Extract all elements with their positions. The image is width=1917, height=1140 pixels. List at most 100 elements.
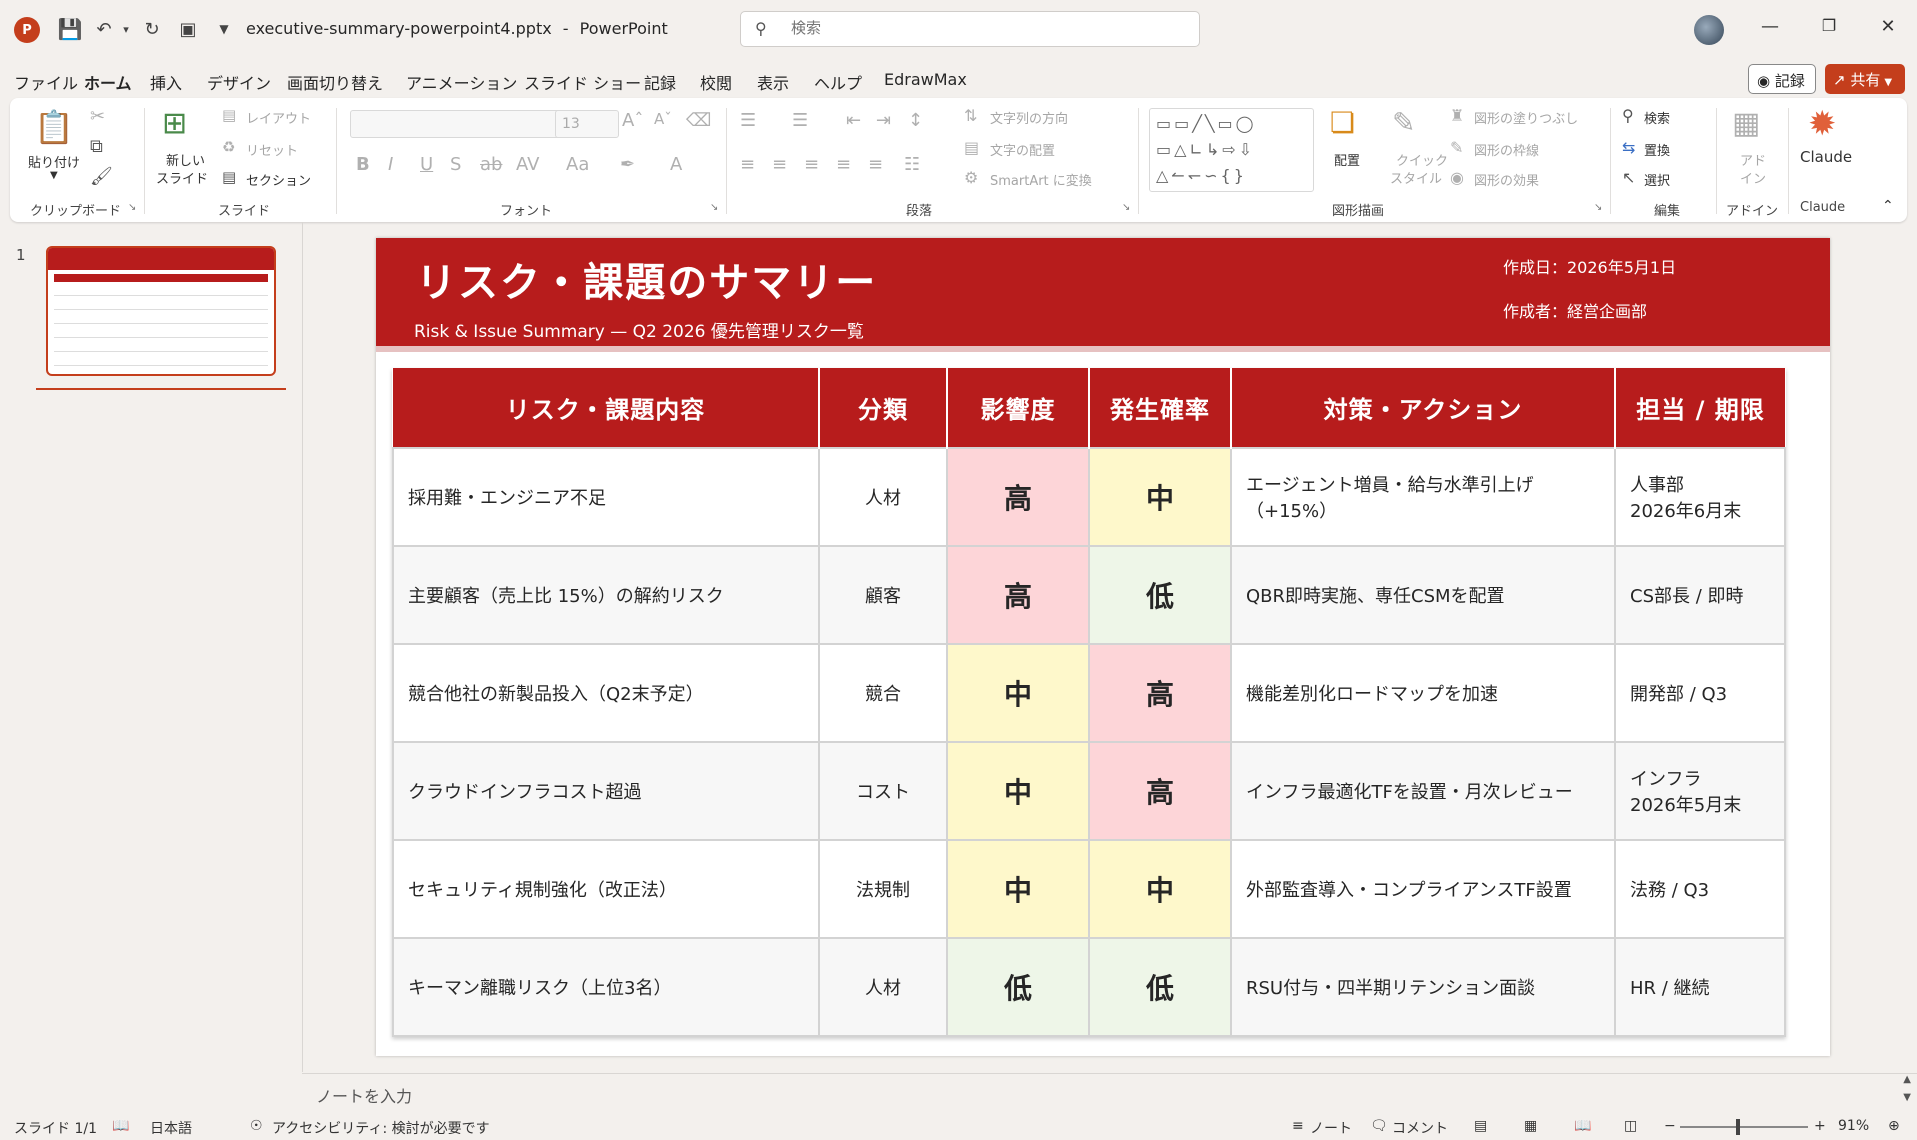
present-icon[interactable]: ▣ [176, 17, 200, 41]
probability-cell[interactable]: 低 [1088, 545, 1232, 645]
select-icon[interactable]: ↖ [1622, 168, 1635, 187]
probability-cell[interactable]: 低 [1088, 937, 1232, 1037]
find-icon[interactable]: ⚲ [1622, 106, 1634, 125]
font-size-input[interactable]: 13 [555, 110, 619, 138]
risk-table[interactable]: リスク・課題内容 分類 影響度 発生確率 対策・アクション 担当 / 期限 採用… [392, 368, 1786, 1037]
action-cell[interactable]: 機能差別化ロードマップを加速 [1230, 643, 1616, 743]
redo-icon[interactable]: ↻ [140, 17, 164, 41]
avatar[interactable] [1694, 15, 1724, 45]
collapse-ribbon-icon[interactable]: ⌃ [1882, 198, 1894, 214]
owner-cell[interactable]: 法務 / Q3 [1614, 839, 1786, 939]
risk-item-cell[interactable]: クラウドインフラコスト超過 [392, 741, 820, 841]
italic-icon[interactable]: I [388, 154, 393, 175]
impact-cell[interactable]: 高 [946, 545, 1090, 645]
claude-button[interactable]: Claude [1800, 148, 1852, 166]
char-spacing-icon[interactable]: AV [516, 154, 539, 175]
replace-icon[interactable]: ⇆ [1622, 138, 1635, 157]
shapes-icon[interactable]: ▭▭╱╲▭◯ ▭△∟↳⇨⇩ △↼↽∽{} [1156, 111, 1306, 189]
quick-style-icon[interactable]: ✎ [1392, 106, 1415, 139]
shape-fill-icon[interactable]: ♜ [1450, 106, 1464, 125]
language-indicator[interactable]: 日本語 [150, 1118, 192, 1138]
risk-item-cell[interactable]: 主要顧客（売上比 15%）の解約リスク [392, 545, 820, 645]
slide-sorter-icon[interactable]: ▦ [1524, 1118, 1537, 1134]
close-icon[interactable]: ✕ [1876, 16, 1900, 40]
shapes-gallery[interactable]: ▭▭╱╲▭◯ ▭△∟↳⇨⇩ △↼↽∽{} [1149, 108, 1314, 192]
zoom-in-icon[interactable]: + [1814, 1118, 1826, 1134]
spellcheck-icon[interactable]: 📖 [112, 1118, 129, 1134]
zoom-slider[interactable] [1680, 1126, 1808, 1128]
decrease-indent-icon[interactable]: ⇤ [846, 110, 861, 131]
normal-view-icon[interactable]: ▤ [1474, 1118, 1487, 1134]
chevron-down-icon[interactable]: ▼ [50, 170, 58, 181]
paste-button[interactable]: 貼り付け [28, 152, 80, 171]
risk-item-cell[interactable]: キーマン離職リスク（上位3名） [392, 937, 820, 1037]
search-input[interactable] [791, 19, 1171, 37]
justify-icon[interactable]: ≡ [836, 154, 851, 175]
tab-record[interactable]: 記録 [644, 70, 676, 94]
comments-button[interactable]: コメント [1392, 1118, 1448, 1138]
table-header[interactable]: 分類 [819, 368, 948, 448]
accessibility-status[interactable]: アクセシビリティ: 検討が必要です [272, 1118, 490, 1138]
smartart-icon[interactable]: ⚙ [964, 168, 978, 187]
slide-count[interactable]: スライド 1/1 [14, 1118, 97, 1138]
smartart-button[interactable]: SmartArt に変換 [990, 170, 1092, 189]
line-spacing-icon[interactable]: ↕ [908, 110, 923, 131]
impact-cell[interactable]: 中 [946, 643, 1090, 743]
numbering-icon[interactable]: ☰ [792, 110, 808, 131]
notes-pane[interactable]: ノートを入力 ▲ ▼ [302, 1073, 1917, 1111]
grow-font-icon[interactable]: Aˆ [622, 110, 643, 131]
probability-cell[interactable]: 高 [1088, 643, 1232, 743]
select-button[interactable]: 選択 [1644, 170, 1670, 189]
table-header[interactable]: 対策・アクション [1231, 368, 1616, 448]
find-button[interactable]: 検索 [1644, 108, 1670, 127]
paste-icon[interactable]: 📋 [34, 108, 74, 146]
dialog-launcher-icon[interactable]: ↘ [1122, 202, 1130, 213]
probability-cell[interactable]: 高 [1088, 741, 1232, 841]
owner-cell[interactable]: インフラ 2026年5月末 [1614, 741, 1786, 841]
arrange-icon[interactable]: ❏ [1330, 106, 1355, 139]
action-cell[interactable]: インフラ最適化TFを設置・月次レビュー [1230, 741, 1616, 841]
scroll-up-icon[interactable]: ▲ [1903, 1074, 1911, 1085]
tab-design[interactable]: デザイン [207, 70, 271, 94]
slide-title[interactable]: リスク・課題のサマリー [416, 250, 877, 308]
action-cell[interactable]: エージェント増員・給与水準引上げ （+15%） [1230, 447, 1616, 547]
table-header[interactable]: 担当 / 期限 [1615, 368, 1785, 448]
owner-cell[interactable]: 開発部 / Q3 [1614, 643, 1786, 743]
addins-button-label[interactable]: イン [1740, 168, 1766, 187]
new-slide-button[interactable]: 新しい [166, 150, 205, 169]
risk-item-cell[interactable]: 採用難・エンジニア不足 [392, 447, 820, 547]
impact-cell[interactable]: 高 [946, 447, 1090, 547]
category-cell[interactable]: 顧客 [818, 545, 948, 645]
align-right-icon[interactable]: ≡ [804, 154, 819, 175]
shrink-font-icon[interactable]: Aˇ [654, 110, 672, 128]
slide-thumbnail[interactable] [46, 246, 276, 376]
table-header[interactable]: リスク・課題内容 [393, 368, 820, 448]
scroll-down-icon[interactable]: ▼ [1903, 1092, 1911, 1103]
action-cell[interactable]: QBR即時実施、専任CSMを配置 [1230, 545, 1616, 645]
share-button[interactable]: ↗ 共有 ▼ [1825, 64, 1905, 94]
underline-icon[interactable]: U [420, 154, 433, 175]
align-text-icon[interactable]: ▤ [964, 138, 979, 157]
tab-insert[interactable]: 挿入 [150, 70, 182, 94]
slideshow-icon[interactable]: ◫ [1624, 1118, 1637, 1134]
category-cell[interactable]: 人材 [818, 937, 948, 1037]
addins-icon[interactable]: ▦ [1732, 106, 1760, 141]
section-icon[interactable]: ▤ [222, 168, 236, 186]
undo-icon[interactable]: ↶ [92, 17, 116, 41]
dialog-launcher-icon[interactable]: ↘ [710, 202, 718, 213]
columns-icon[interactable]: ☷ [904, 154, 920, 175]
tab-edrawmax[interactable]: EdrawMax [884, 70, 967, 89]
layout-icon[interactable]: ▤ [222, 106, 236, 124]
tab-animations[interactable]: アニメーション [406, 70, 517, 94]
claude-icon[interactable]: ✹ [1808, 104, 1837, 144]
customize-toolbar-icon[interactable]: ▼ [212, 17, 236, 41]
impact-cell[interactable]: 低 [946, 937, 1090, 1037]
owner-cell[interactable]: CS部長 / 即時 [1614, 545, 1786, 645]
shape-effects-icon[interactable]: ◉ [1450, 168, 1464, 187]
category-cell[interactable]: 人材 [818, 447, 948, 547]
replace-button[interactable]: 置換 [1644, 140, 1670, 159]
reading-view-icon[interactable]: 📖 [1574, 1118, 1591, 1134]
change-case-icon[interactable]: Aa [566, 154, 589, 175]
dialog-launcher-icon[interactable]: ↘ [128, 202, 136, 213]
tab-transitions[interactable]: 画面切り替え [287, 70, 383, 94]
